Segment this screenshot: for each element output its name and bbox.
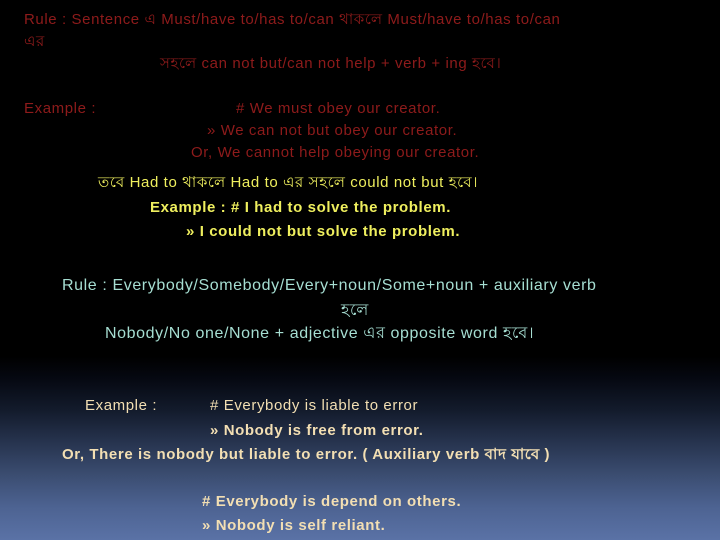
rule-two-line-1: Rule : Everybody/Somebody/Every+noun/Som…: [62, 277, 597, 294]
rule-two-line-2: হলে: [341, 302, 369, 319]
example-yellow-2: » I could not but solve the problem.: [186, 223, 461, 240]
rule-one-line-3: সহলে can not but/can not help + verb + i…: [160, 55, 502, 72]
example-red-3: Or, We cannot help obeying our creator.: [191, 144, 480, 161]
example-red-1: # We must obey our creator.: [236, 100, 441, 117]
example-label-cream: Example :: [85, 397, 158, 414]
example-cream-2: » Nobody is free from error.: [210, 422, 424, 439]
slide-canvas: Rule : Sentence এ Must/have to/has to/ca…: [0, 0, 720, 540]
example-label-red: Example :: [24, 100, 97, 117]
example-cream-4: # Everybody is depend on others.: [202, 493, 462, 510]
rule-one-line-1: Rule : Sentence এ Must/have to/has to/ca…: [24, 11, 561, 28]
rule-two-line-3: Nobody/No one/None + adjective এর opposi…: [105, 325, 535, 342]
example-cream-3: Or, There is nobody but liable to error.…: [62, 446, 551, 463]
example-red-2: » We can not but obey our creator.: [207, 122, 458, 139]
rule-one-line-2: এর: [24, 33, 45, 50]
example-cream-1: # Everybody is liable to error: [210, 397, 419, 414]
example-yellow-1: Example : # I had to solve the problem.: [150, 199, 451, 216]
example-cream-5: » Nobody is self reliant.: [202, 517, 386, 534]
had-to-rule-line: তবে Had to থাকলে Had to এর সহলে could no…: [98, 174, 479, 191]
